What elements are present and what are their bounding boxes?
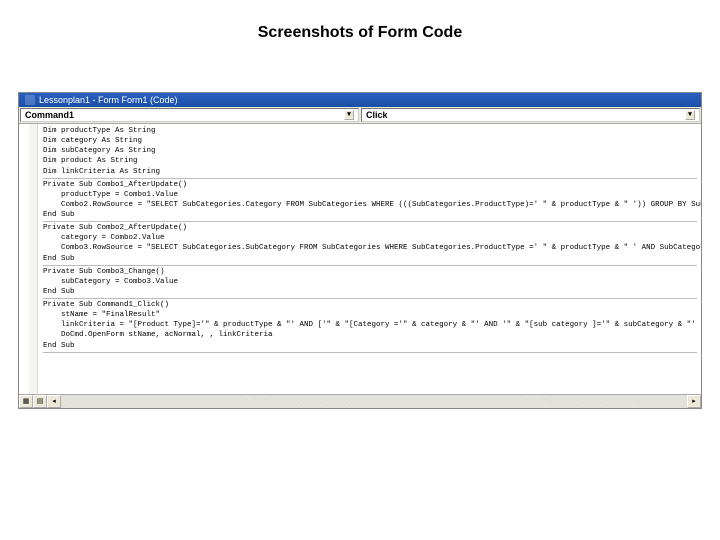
code-line: End Sub — [43, 210, 697, 220]
code-line: Combo2.RowSource = "SELECT SubCategories… — [43, 200, 697, 210]
scroll-left-icon[interactable]: ◂ — [47, 395, 61, 408]
code-line: Private Sub Command1_Click() — [43, 300, 697, 310]
code-toolbar: Command1 ▾ Click ▾ — [19, 107, 701, 124]
proc-separator — [43, 221, 697, 222]
code-line: stName = "FinalResult" — [43, 310, 697, 320]
scroll-right-icon[interactable]: ▸ — [687, 395, 701, 408]
proc-separator — [43, 265, 697, 266]
scroll-track[interactable] — [61, 395, 687, 408]
code-line: Dim product As String — [43, 156, 697, 166]
code-line: Dim linkCriteria As String — [43, 167, 697, 177]
window-title-text: Lessonplan1 - Form Form1 (Code) — [39, 95, 178, 105]
code-line: Private Sub Combo1_AfterUpdate() — [43, 180, 697, 190]
proc-separator — [43, 352, 697, 353]
view-full-module-icon[interactable]: ▦ — [19, 395, 33, 408]
code-line: category = Combo2.Value — [43, 233, 697, 243]
horizontal-scrollbar[interactable]: ▦ ▤ ◂ ▸ — [19, 394, 701, 408]
object-dropdown[interactable]: Command1 ▾ — [20, 108, 359, 122]
proc-separator — [43, 178, 697, 179]
code-line: Private Sub Combo2_AfterUpdate() — [43, 223, 697, 233]
code-line: End Sub — [43, 287, 697, 297]
code-line: productType = Combo1.Value — [43, 190, 697, 200]
procedure-dropdown[interactable]: Click ▾ — [361, 108, 700, 122]
code-line: Dim category As String — [43, 136, 697, 146]
code-line: Combo3.RowSource = "SELECT SubCategories… — [43, 243, 697, 253]
code-window: Lessonplan1 - Form Form1 (Code) Command1… — [18, 92, 702, 409]
object-dropdown-value: Command1 — [25, 110, 74, 120]
page-title: Screenshots of Form Code — [0, 0, 720, 62]
code-editor[interactable]: Dim productType As String Dim category A… — [19, 124, 701, 394]
code-line: DoCmd.OpenForm stName, acNormal, , linkC… — [43, 330, 697, 340]
code-line: linkCriteria = "[Product Type]='" & prod… — [43, 320, 697, 330]
procedure-dropdown-value: Click — [366, 110, 388, 120]
window-icon — [25, 95, 35, 105]
code-line: subCategory = Combo3.Value — [43, 277, 697, 287]
code-line: Dim productType As String — [43, 126, 697, 136]
code-line: End Sub — [43, 254, 697, 264]
view-procedure-icon[interactable]: ▤ — [33, 395, 47, 408]
code-line: Dim subCategory As String — [43, 146, 697, 156]
code-line: End Sub — [43, 341, 697, 351]
chevron-down-icon: ▾ — [344, 110, 354, 120]
chevron-down-icon: ▾ — [685, 110, 695, 120]
window-titlebar[interactable]: Lessonplan1 - Form Form1 (Code) — [19, 93, 701, 107]
proc-separator — [43, 298, 697, 299]
code-line: Private Sub Combo3_Change() — [43, 267, 697, 277]
